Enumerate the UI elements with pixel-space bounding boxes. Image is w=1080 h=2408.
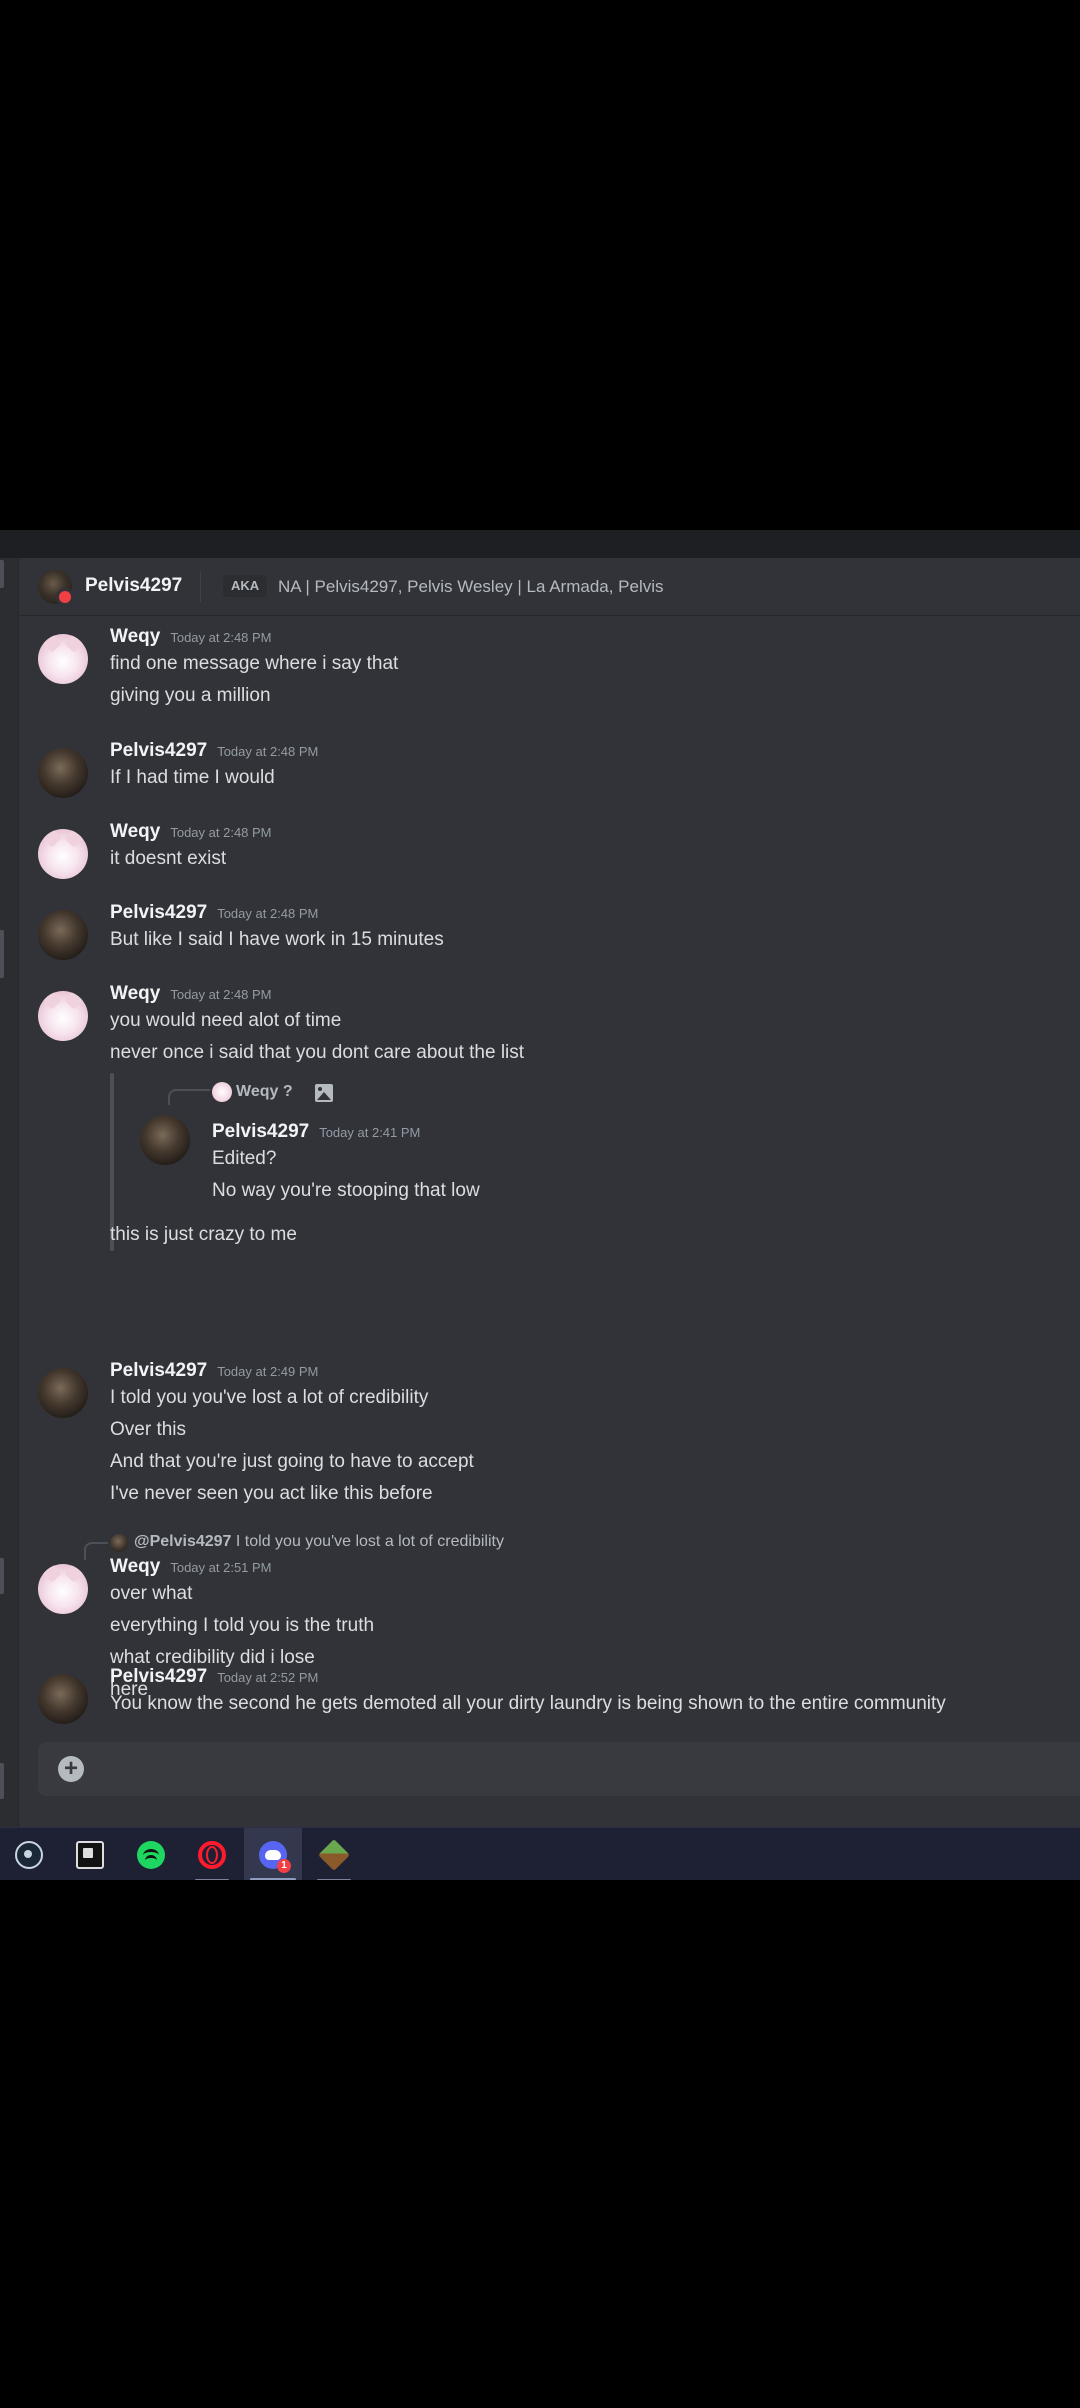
message: Weqy Today at 2:48 PM it doesnt exist <box>18 817 1080 879</box>
avatar[interactable] <box>38 1368 88 1418</box>
title-bar <box>0 530 1080 558</box>
opera-gx-icon <box>198 1841 226 1869</box>
reply-preview: @Pelvis4297 I told you you've lost a lot… <box>134 1533 504 1550</box>
message: Weqy Today at 2:48 PM find one message wh… <box>18 622 1080 712</box>
avatar[interactable] <box>38 910 88 960</box>
message-timestamp: Today at 2:52 PM <box>217 1670 319 1685</box>
message: Pelvis4297 Today at 2:48 PM But like I sa… <box>18 898 1080 960</box>
message-text: And that you're just going to have to ac… <box>110 1451 474 1472</box>
taskbar-minecraft[interactable] <box>305 1828 363 1880</box>
message-timestamp: Today at 2:41 PM <box>319 1125 421 1140</box>
message-timestamp: Today at 2:48 PM <box>217 906 319 921</box>
embed-reply-author[interactable]: Weqy ? <box>236 1083 293 1101</box>
left-rail <box>0 558 19 1858</box>
message-author[interactable]: Pelvis4297 Today at 2:48 PM <box>110 902 318 924</box>
divider <box>200 572 201 602</box>
taskbar-epic-games[interactable] <box>61 1828 119 1880</box>
message-author[interactable]: Pelvis4297 Today at 2:48 PM <box>110 740 318 762</box>
message: Pelvis4297 Today at 2:49 PM I told you yo… <box>18 1356 1080 1516</box>
plus-circle-icon[interactable]: + <box>58 1756 84 1782</box>
rail-indicator <box>0 930 4 978</box>
taskbar: 1 <box>0 1827 1080 1880</box>
message-timestamp: Today at 2:48 PM <box>170 630 272 645</box>
avatar[interactable] <box>38 634 88 684</box>
message-text: it doesnt exist <box>110 848 227 869</box>
embed-text: No way you're stooping that low <box>212 1180 480 1201</box>
message-text: never once i said that you dont care abo… <box>110 1042 525 1063</box>
reply-connector <box>84 1542 108 1560</box>
rail-indicator <box>0 1763 4 1799</box>
message-author[interactable]: Weqy Today at 2:48 PM <box>110 983 272 1005</box>
aka-names: NA | Pelvis4297, Pelvis Wesley | La Arma… <box>278 577 664 596</box>
taskbar-steam[interactable] <box>0 1828 58 1880</box>
message-timestamp: Today at 2:48 PM <box>170 825 272 840</box>
avatar[interactable] <box>38 748 88 798</box>
discord-window: Pelvis4297 AKA NA | Pelvis4297, Pelvis W… <box>0 530 1080 1880</box>
message-timestamp: Today at 2:49 PM <box>217 1364 319 1379</box>
avatar[interactable] <box>38 829 88 879</box>
message-author[interactable]: Pelvis4297 Today at 2:49 PM <box>110 1360 318 1382</box>
image-icon <box>315 1084 333 1102</box>
message-text: over what <box>110 1583 193 1604</box>
epic-games-icon <box>76 1841 104 1869</box>
notification-badge: 1 <box>277 1859 291 1873</box>
message-text: But like I said I have work in 15 minute… <box>110 929 444 950</box>
message-text: If I had time I would <box>110 767 275 788</box>
discord-icon: 1 <box>259 1841 291 1873</box>
taskbar-opera-gx[interactable] <box>183 1828 241 1880</box>
message-author[interactable]: Pelvis4297 Today at 2:52 PM <box>110 1666 318 1688</box>
embed-text: Edited? <box>212 1148 277 1169</box>
message-text: giving you a million <box>110 685 271 706</box>
rail-indicator <box>0 560 4 588</box>
message-text: Over this <box>110 1419 187 1440</box>
message: Pelvis4297 Today at 2:48 PM If I had time… <box>18 736 1080 798</box>
avatar[interactable] <box>38 570 74 606</box>
embed-author[interactable]: Pelvis4297 Today at 2:41 PM <box>212 1121 420 1143</box>
taskbar-discord[interactable]: 1 <box>244 1828 302 1880</box>
message-timestamp: Today at 2:48 PM <box>217 744 319 759</box>
message-text: I've never seen you act like this before <box>110 1483 433 1504</box>
message-text: find one message where i say that <box>110 653 399 674</box>
message-text: this is just crazy to me <box>110 1224 297 1245</box>
message-author[interactable]: Weqy Today at 2:48 PM <box>110 821 272 843</box>
message-text: I told you you've lost a lot of credibil… <box>110 1387 429 1408</box>
reply-connector <box>168 1089 210 1105</box>
message-text: everything I told you is the truth <box>110 1615 375 1636</box>
avatar[interactable] <box>38 1674 88 1724</box>
spotify-icon <box>137 1841 165 1869</box>
steam-icon <box>15 1841 43 1869</box>
avatar[interactable] <box>38 1564 88 1614</box>
dm-header: Pelvis4297 AKA NA | Pelvis4297, Pelvis W… <box>18 558 1080 616</box>
avatar <box>110 1534 128 1552</box>
message-timestamp: Today at 2:51 PM <box>170 1560 272 1575</box>
status-dnd-icon <box>56 588 74 606</box>
avatar[interactable] <box>140 1115 190 1165</box>
message-author[interactable]: Weqy Today at 2:48 PM <box>110 626 272 648</box>
message: Pelvis4297 Today at 2:52 PM You know the … <box>18 1662 1080 1732</box>
message-text: You know the second he gets demoted all … <box>110 1693 946 1714</box>
reply-mention[interactable]: @Pelvis4297 <box>134 1533 231 1550</box>
message-composer[interactable]: + <box>38 1742 1080 1796</box>
avatar[interactable] <box>38 991 88 1041</box>
taskbar-spotify[interactable] <box>122 1828 180 1880</box>
message-author[interactable]: Weqy Today at 2:51 PM <box>110 1556 272 1578</box>
message: Weqy Today at 2:48 PM you would need alot… <box>18 979 1080 1299</box>
message-timestamp: Today at 2:48 PM <box>170 987 272 1002</box>
rail-indicator <box>0 1558 4 1594</box>
aka-badge: AKA <box>223 575 268 597</box>
avatar <box>212 1082 232 1102</box>
dm-username[interactable]: Pelvis4297 <box>85 575 182 597</box>
message-text: you would need alot of time <box>110 1010 342 1031</box>
minecraft-icon <box>318 1839 350 1871</box>
